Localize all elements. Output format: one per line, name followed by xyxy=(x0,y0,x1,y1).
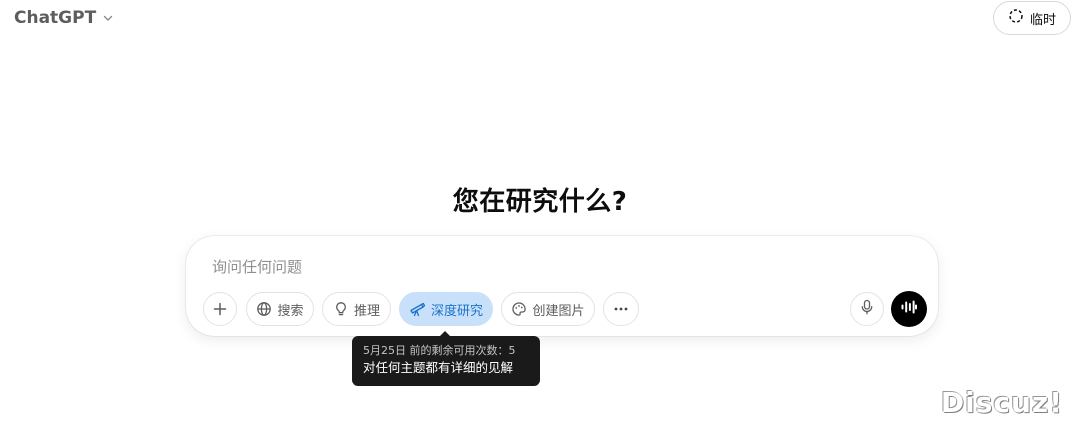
voice-mode-icon xyxy=(900,299,918,319)
plus-icon xyxy=(212,301,228,317)
composer: 搜索 推理 深度研究 创建图片 xyxy=(186,236,938,336)
lightbulb-icon xyxy=(333,301,349,317)
page-title: 您在研究什么? xyxy=(452,187,628,217)
more-icon xyxy=(613,301,629,317)
temporary-chat-button[interactable]: 临时 xyxy=(993,1,1071,35)
dictation-button[interactable] xyxy=(850,292,884,326)
reasoning-button[interactable]: 推理 xyxy=(322,292,391,326)
tooltip-description: 对任何主题都有详细的见解 xyxy=(363,360,514,375)
create-image-button[interactable]: 创建图片 xyxy=(501,292,595,326)
temporary-chat-icon xyxy=(1008,8,1024,28)
deep-research-tooltip: 5月25日 前的剩余可用次数：5 对任何主题都有详细的见解 xyxy=(352,336,540,386)
create-image-button-label: 创建图片 xyxy=(532,303,585,319)
model-switcher[interactable]: ChatGPT xyxy=(14,8,114,28)
microphone-icon xyxy=(860,299,874,319)
add-attachment-button[interactable] xyxy=(203,292,237,326)
search-button[interactable]: 搜索 xyxy=(246,292,314,326)
deep-research-button-label: 深度研究 xyxy=(430,303,483,319)
model-name: ChatGPT xyxy=(14,8,97,28)
search-button-label: 搜索 xyxy=(277,303,304,319)
telescope-icon xyxy=(409,301,426,317)
more-tools-button[interactable] xyxy=(603,292,639,326)
temporary-chat-label: 临时 xyxy=(1029,12,1056,28)
chevron-down-icon xyxy=(102,12,114,24)
tooltip-remaining-uses: 5月25日 前的剩余可用次数：5 xyxy=(363,344,516,357)
globe-icon xyxy=(256,301,272,317)
watermark: Discuz! xyxy=(940,386,1063,419)
top-bar: ChatGPT 临时 xyxy=(0,0,1080,40)
voice-mode-button[interactable] xyxy=(891,291,927,327)
reasoning-button-label: 推理 xyxy=(353,303,380,319)
palette-icon xyxy=(511,301,527,317)
deep-research-button[interactable]: 深度研究 xyxy=(399,292,493,326)
prompt-input[interactable] xyxy=(212,255,832,279)
